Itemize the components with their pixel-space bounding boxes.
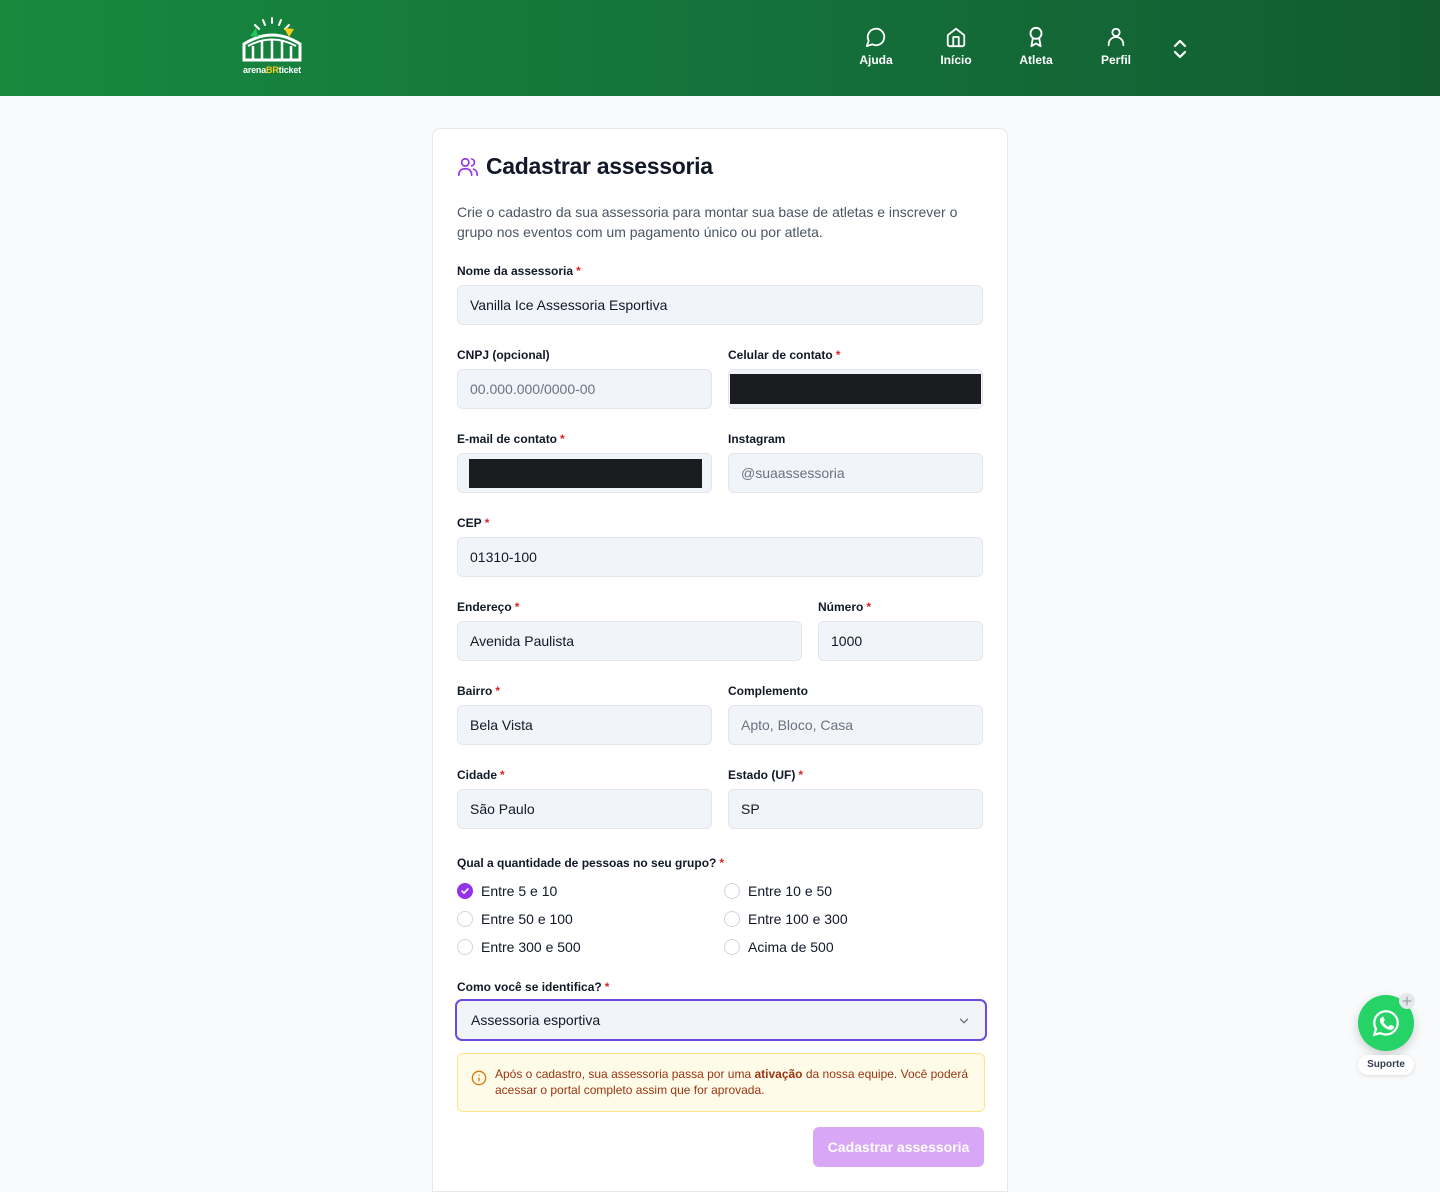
estado-label: Estado (UF) * [728,768,804,782]
email-label: E-mail de contato * [457,432,565,446]
nav-atleta[interactable]: Atleta [996,26,1076,67]
email-input[interactable] [457,453,712,493]
user-icon [1107,27,1125,47]
info-icon [471,1070,487,1086]
cnpj-label: CNPJ (opcional) [457,348,550,362]
nome-input[interactable] [457,285,983,325]
redacted-email [469,459,702,488]
radio-indicator[interactable] [724,939,740,955]
radio-option[interactable]: Entre 50 e 100 [457,911,573,927]
activation-notice: Após o cadastro, sua assessoria passa po… [457,1053,985,1112]
identify-selected-value: Assessoria esportiva [471,1012,601,1028]
stadium-logo-icon [242,17,302,62]
endereco-label: Endereço * [457,600,520,614]
cep-label: CEP * [457,516,490,530]
nav-label: Perfil [1100,53,1131,67]
medal-icon [1029,26,1043,48]
radio-option[interactable]: Entre 300 e 500 [457,939,581,955]
chat-bubble-icon [865,27,886,48]
numero-input[interactable] [818,621,983,661]
card-header: Cadastrar assessoria [457,153,713,180]
cidade-input[interactable] [457,789,712,829]
nome-label: Nome da assessoria * [457,264,581,278]
radio-label: Entre 300 e 500 [481,939,581,955]
nav-perfil[interactable]: Perfil [1076,26,1156,67]
top-header: arenaBRticket Ajuda Início Atleta Perfil [0,0,1440,96]
cidade-label: Cidade * [457,768,505,782]
nav-label: Ajuda [859,53,893,67]
radio-label: Entre 100 e 300 [748,911,848,927]
support-label: Suporte [1358,1055,1414,1075]
move-icon [1402,996,1412,1006]
radio-checked-indicator[interactable] [457,883,473,899]
celular-input[interactable] [728,369,983,409]
estado-input[interactable] [728,789,983,829]
bairro-label: Bairro * [457,684,501,698]
radio-indicator[interactable] [457,939,473,955]
radio-indicator[interactable] [724,883,740,899]
group-size-label: Qual a quantidade de pessoas no seu grup… [457,856,725,870]
radio-label: Acima de 500 [748,939,834,955]
radio-label: Entre 50 e 100 [481,911,573,927]
whatsapp-icon [1372,1010,1399,1037]
page-description: Crie o cadastro da sua assessoria para m… [457,204,958,240]
page-title: Cadastrar assessoria [486,153,713,179]
logo-wordmark: arenaBRticket [243,65,301,75]
chevrons-up-down-icon [1173,39,1187,59]
radio-option[interactable]: Entre 10 e 50 [724,883,832,899]
chevron-down-icon [959,1018,969,1024]
instagram-label: Instagram [728,432,786,446]
complemento-label: Complemento [728,684,809,698]
radio-indicator[interactable] [457,911,473,927]
submit-button[interactable]: Cadastrar assessoria [813,1127,984,1167]
nav-label: Atleta [1019,53,1053,67]
radio-option[interactable]: Entre 5 e 10 [457,883,557,899]
users-icon [458,157,478,176]
whatsapp-drag-handle[interactable] [1399,993,1415,1009]
bairro-input[interactable] [457,705,712,745]
identify-select[interactable]: Assessoria esportiva [455,999,987,1041]
numero-label: Número * [818,600,872,614]
notice-text: Após o cadastro, sua assessoria passa po… [495,1067,968,1097]
redacted-phone [730,374,981,404]
nav-ajuda[interactable]: Ajuda [836,26,916,67]
nav-label: Início [940,53,972,67]
radio-indicator[interactable] [724,911,740,927]
instagram-input[interactable] [728,453,983,493]
cnpj-input[interactable] [457,369,712,409]
home-icon [946,27,966,48]
radio-label: Entre 5 e 10 [481,883,558,899]
celular-label: Celular de contato * [728,348,841,362]
register-card: Cadastrar assessoria Crie o cadastro da … [432,128,1008,1192]
identify-label: Como você se identifica? * [457,980,610,994]
arenabrticket-logo[interactable]: arenaBRticket [238,16,306,76]
menu-toggle[interactable] [1168,37,1192,61]
radio-option[interactable]: Acima de 500 [724,939,834,955]
complemento-input[interactable] [728,705,983,745]
radio-option[interactable]: Entre 100 e 300 [724,911,848,927]
check-icon [461,888,469,894]
cep-input[interactable] [457,537,983,577]
nav-inicio[interactable]: Início [916,26,996,67]
endereco-input[interactable] [457,621,802,661]
radio-label: Entre 10 e 50 [748,883,833,899]
